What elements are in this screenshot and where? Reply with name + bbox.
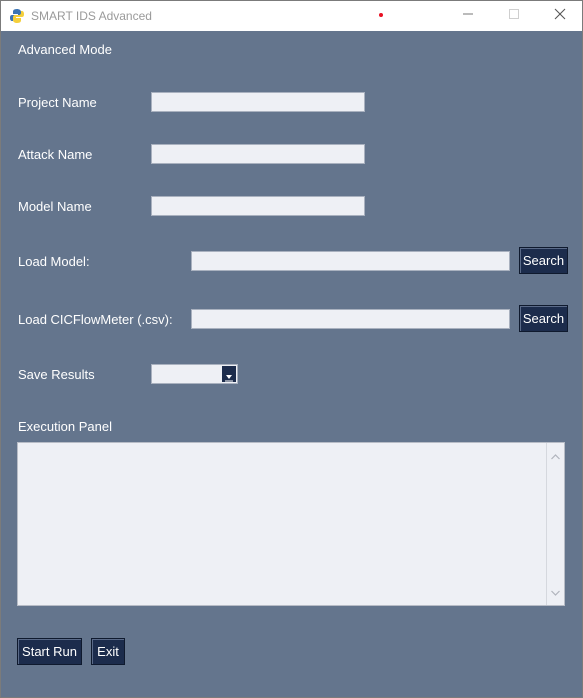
load-cic-input[interactable] [191,309,510,329]
attack-name-label: Attack Name [18,147,93,162]
load-model-label: Load Model: [18,254,90,269]
app-window: SMART IDS Advanced Advanced Mode Project… [0,0,583,698]
save-results-label: Save Results [18,367,95,382]
project-name-label: Project Name [18,95,97,110]
status-dot [379,13,383,17]
execution-panel-textarea[interactable] [17,442,565,606]
project-name-input[interactable] [151,92,365,112]
start-run-button[interactable]: Start Run [17,638,82,665]
model-name-label: Model Name [18,199,92,214]
attack-name-input[interactable] [151,144,365,164]
load-cic-search-button[interactable]: Search [519,305,568,332]
window-title: SMART IDS Advanced [31,9,152,23]
minimize-button[interactable] [445,1,491,31]
title-bar[interactable]: SMART IDS Advanced [1,1,582,31]
chevron-down-icon[interactable] [222,366,236,382]
load-cic-label: Load CICFlowMeter (.csv): [18,312,173,327]
scroll-down-icon[interactable] [551,583,560,601]
minimize-icon [462,7,474,25]
mode-label: Advanced Mode [18,42,112,57]
python-feather-icon [9,8,25,24]
exit-button[interactable]: Exit [91,638,125,665]
maximize-button[interactable] [491,1,537,31]
model-name-input[interactable] [151,196,365,216]
scroll-up-icon[interactable] [551,447,560,465]
maximize-icon [508,7,520,25]
execution-panel-scrollbar[interactable] [546,443,564,605]
close-button[interactable] [537,1,583,31]
load-model-search-button[interactable]: Search [519,247,568,274]
execution-panel-label: Execution Panel [18,419,112,434]
save-results-select[interactable] [151,364,238,384]
load-model-input[interactable] [191,251,510,271]
close-icon [554,7,566,25]
